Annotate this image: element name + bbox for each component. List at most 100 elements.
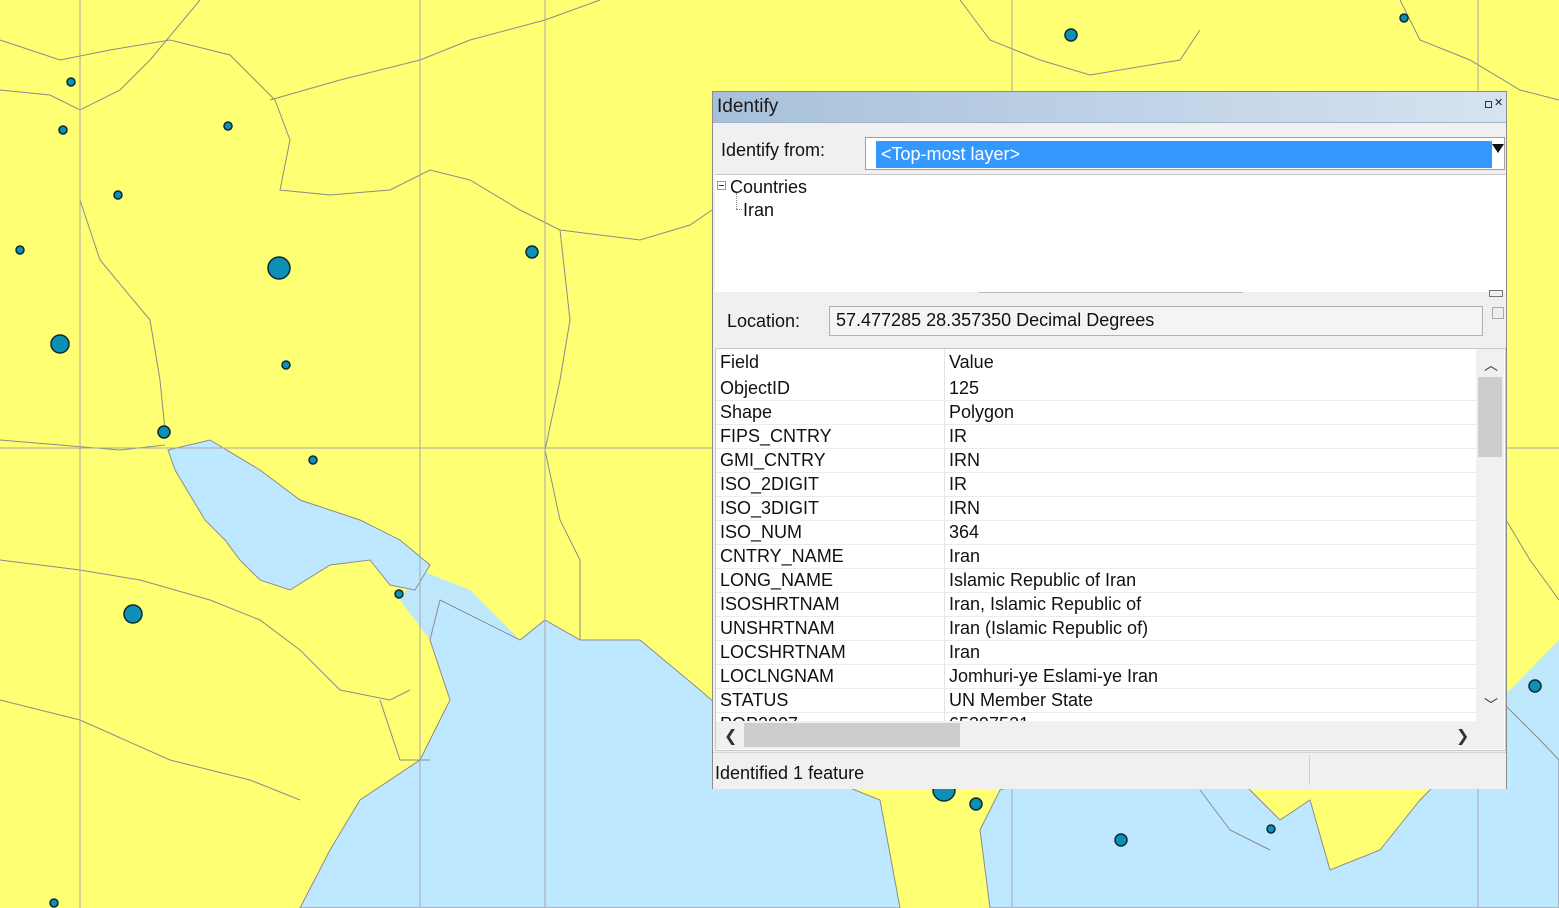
status-separator xyxy=(1309,755,1310,785)
value-cell: UN Member State xyxy=(949,690,1094,710)
field-cell: STATUS xyxy=(720,690,789,710)
value-cell: IR xyxy=(949,426,967,446)
status-bar: Identified 1 feature xyxy=(713,752,1506,789)
vertical-scroll-thumb[interactable] xyxy=(1478,377,1502,457)
field-cell: ISO_NUM xyxy=(720,522,803,542)
location-field[interactable]: 57.477285 28.357350 Decimal Degrees xyxy=(829,306,1483,336)
field-cell: LOCSHRTNAM xyxy=(720,642,846,662)
grid-header: Field Value xyxy=(716,349,1476,377)
table-row[interactable]: ObjectID 125 xyxy=(716,377,1476,401)
table-row[interactable]: ISO_2DIGIT IR xyxy=(716,473,1476,497)
window-title: Identify xyxy=(717,96,779,117)
grid-rows: ObjectID 125 Shape Polygon FIPS_CNTRY IR GMI_C… xyxy=(716,377,1476,721)
identify-from-dropdown[interactable]: <Top-most layer> xyxy=(865,137,1505,170)
table-row[interactable]: ISO_3DIGIT IRN xyxy=(716,497,1476,521)
scroll-down-icon[interactable]: ﹀ xyxy=(1484,695,1498,715)
field-cell: ISO_3DIGIT xyxy=(720,498,820,518)
value-cell: Iran xyxy=(949,546,981,566)
scroll-right-icon[interactable]: ❯ xyxy=(1456,726,1469,746)
location-label: Location: xyxy=(727,311,801,331)
city-point xyxy=(157,425,171,439)
value-cell: IRN xyxy=(949,450,980,470)
table-row[interactable]: Shape Polygon xyxy=(716,401,1476,425)
value-column-header[interactable]: Value xyxy=(949,352,994,373)
city-point xyxy=(1064,28,1078,42)
value-cell: Iran, Islamic Republic of xyxy=(949,594,1142,614)
collapse-icon[interactable] xyxy=(717,181,726,190)
identify-title-bar[interactable]: Identify ✕ xyxy=(713,92,1506,123)
value-cell: 364 xyxy=(949,522,980,542)
city-point xyxy=(1399,13,1409,23)
split-toggle-icon[interactable] xyxy=(1489,290,1503,297)
field-cell: ISO_2DIGIT xyxy=(720,474,820,494)
field-cell: GMI_CNTRY xyxy=(720,450,826,470)
vertical-scrollbar[interactable]: ︿ ﹀ xyxy=(1476,349,1504,721)
table-row[interactable]: ISO_NUM 364 xyxy=(716,521,1476,545)
value-cell: Islamic Republic of Iran xyxy=(949,570,1137,590)
field-cell: CNTRY_NAME xyxy=(720,546,844,566)
scroll-up-icon[interactable]: ︿ xyxy=(1484,355,1498,375)
field-cell: FIPS_CNTRY xyxy=(720,426,832,446)
field-cell: LOCLNGNAM xyxy=(720,666,835,686)
city-point xyxy=(1114,833,1128,847)
city-point xyxy=(58,125,68,135)
field-cell: ObjectID xyxy=(720,378,791,398)
field-cell: LONG_NAME xyxy=(720,570,834,590)
field-cell: ISOSHRTNAM xyxy=(720,594,840,614)
table-row[interactable]: POP2007 65397521 xyxy=(716,713,1476,721)
scroll-left-icon[interactable]: ❮ xyxy=(724,726,737,746)
table-row[interactable]: LOCSHRTNAM Iran xyxy=(716,641,1476,665)
field-cell: Shape xyxy=(720,402,773,422)
city-point xyxy=(281,360,291,370)
location-menu-icon[interactable] xyxy=(1492,307,1504,319)
tree-connector xyxy=(736,209,742,210)
table-row[interactable]: UNSHRTNAM Iran (Islamic Republic of) xyxy=(716,617,1476,641)
city-point xyxy=(1266,824,1276,834)
city-point xyxy=(308,455,318,465)
value-cell: 125 xyxy=(949,378,980,398)
city-point xyxy=(394,589,404,599)
value-cell: 65397521 xyxy=(949,714,1029,721)
attribute-grid: Field Value ObjectID 125 Shape Polygon FIPS_… xyxy=(715,348,1506,751)
table-row[interactable]: LOCLNGNAM Jomhuri-ye Eslami-ye Iran xyxy=(716,665,1476,689)
pane-splitter[interactable] xyxy=(978,292,1243,293)
city-point xyxy=(1528,679,1542,693)
table-row[interactable]: ISOSHRTNAM Iran, Islamic Republic of xyxy=(716,593,1476,617)
table-row[interactable]: CNTRY_NAME Iran xyxy=(716,545,1476,569)
city-point xyxy=(49,898,59,908)
city-point xyxy=(66,77,76,87)
city-point xyxy=(525,245,539,259)
value-cell: IR xyxy=(949,474,967,494)
table-row[interactable]: STATUS UN Member State xyxy=(716,689,1476,713)
field-cell: POP2007 xyxy=(720,714,798,721)
value-cell: IRN xyxy=(949,498,980,518)
city-point xyxy=(15,245,25,255)
table-row[interactable]: GMI_CNTRY IRN xyxy=(716,449,1476,473)
city-point xyxy=(223,121,233,131)
status-text: Identified 1 feature xyxy=(715,763,865,783)
value-cell: Iran (Islamic Republic of) xyxy=(949,618,1149,638)
field-cell: UNSHRTNAM xyxy=(720,618,835,638)
value-cell: Iran xyxy=(949,642,981,662)
close-icon[interactable]: ✕ xyxy=(1494,97,1503,109)
field-column-header[interactable]: Field xyxy=(720,352,759,373)
table-row[interactable]: LONG_NAME Islamic Republic of Iran xyxy=(716,569,1476,593)
identify-from-label: Identify from: xyxy=(721,140,826,160)
table-row[interactable]: FIPS_CNTRY IR xyxy=(716,425,1476,449)
dropdown-arrow-icon[interactable] xyxy=(1492,144,1504,153)
tree-feature-node[interactable]: Iran xyxy=(743,200,774,221)
identify-window: Identify ✕ Identify from: <Top-most laye… xyxy=(712,91,1507,789)
value-cell: Jomhuri-ye Eslami-ye Iran xyxy=(949,666,1159,686)
identify-from-selected-value[interactable]: <Top-most layer> xyxy=(876,141,1492,168)
city-point xyxy=(267,256,291,280)
tree-layer-node[interactable]: Countries xyxy=(730,177,807,198)
city-point xyxy=(969,797,983,811)
horizontal-scrollbar[interactable]: ❮ ❯ xyxy=(716,721,1504,749)
float-window-icon[interactable] xyxy=(1485,101,1492,108)
results-tree: Countries Iran xyxy=(715,174,1506,292)
city-point xyxy=(113,190,123,200)
location-value: 57.477285 28.357350 Decimal Degrees xyxy=(836,310,1155,330)
value-cell: Polygon xyxy=(949,402,1015,422)
city-point xyxy=(123,604,143,624)
horizontal-scroll-thumb[interactable] xyxy=(744,723,960,747)
